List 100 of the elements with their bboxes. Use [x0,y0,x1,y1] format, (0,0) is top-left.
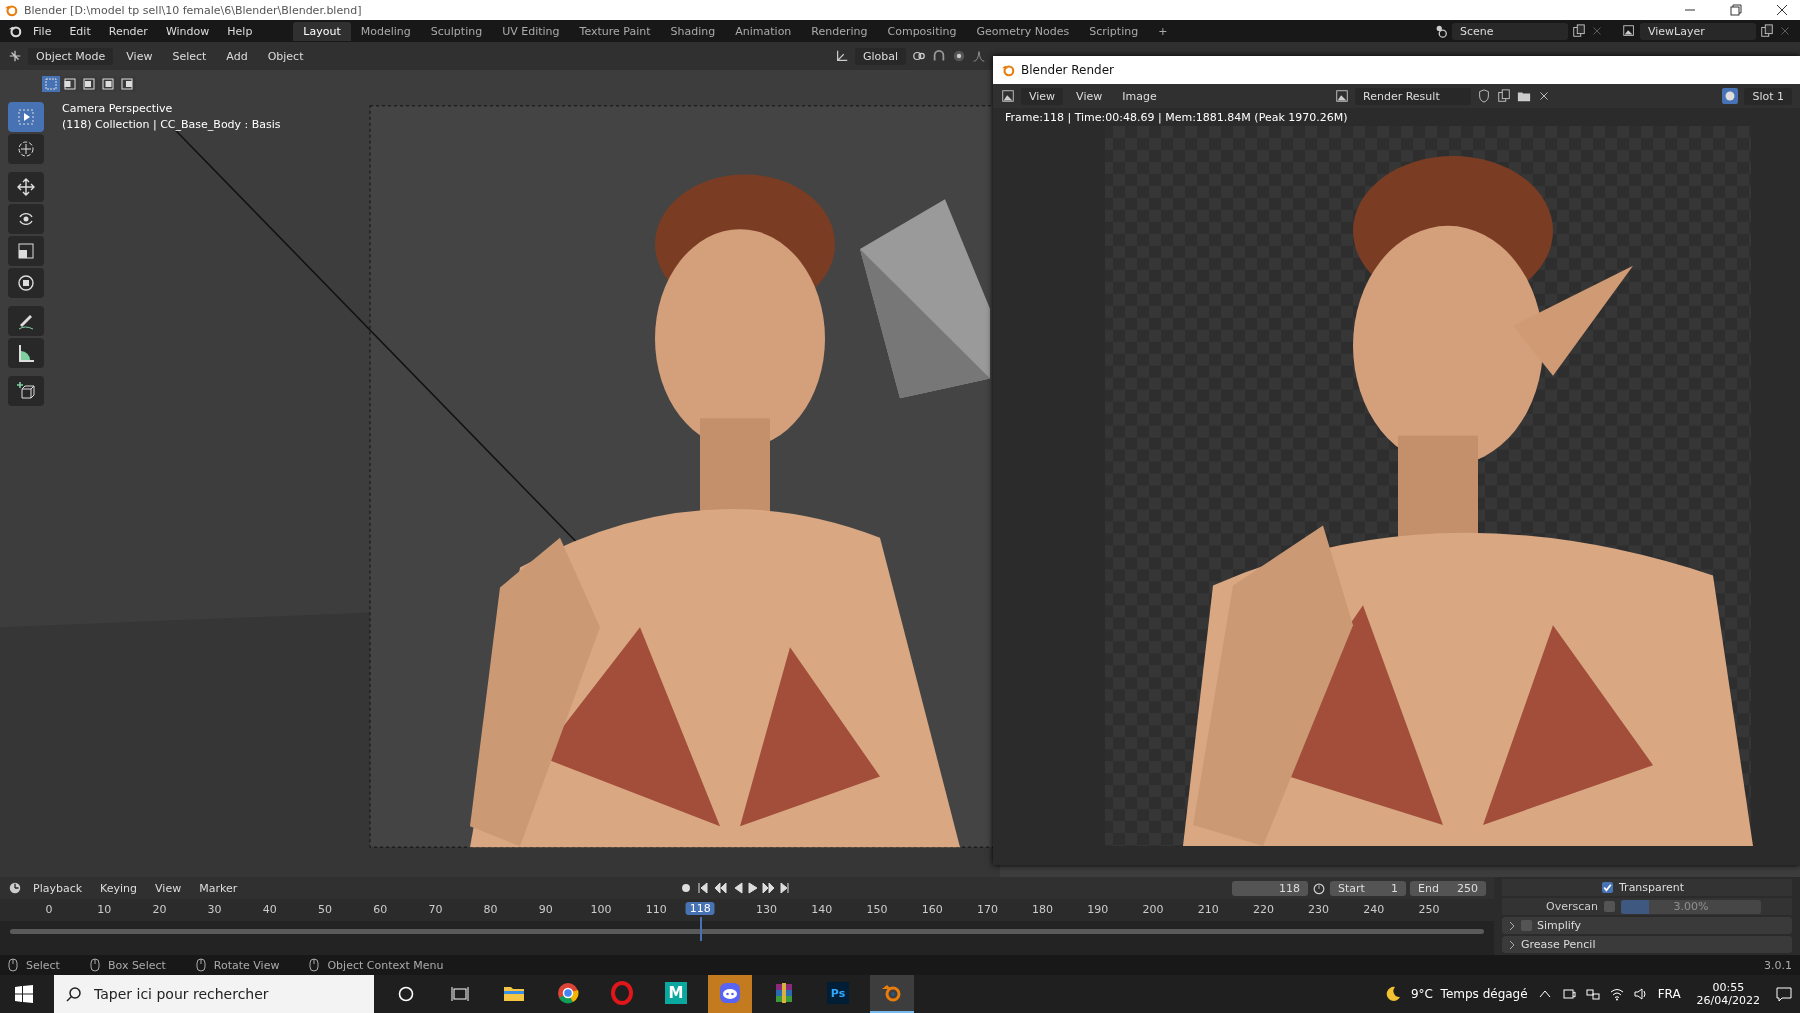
menu-item[interactable]: File [26,22,59,40]
checkbox[interactable] [1521,920,1532,931]
current-frame-field[interactable]: 118 [1232,880,1308,896]
frame-tick-label: 200 [1142,903,1164,916]
checkbox[interactable] [1604,901,1615,912]
copy-icon[interactable] [1760,24,1774,38]
frame-tick-label: 190 [1087,903,1109,916]
menu-item[interactable]: Render [101,22,155,40]
frame-tick-label: 220 [1252,903,1274,916]
notification-icon[interactable] [1776,986,1792,1002]
orientation-dropdown[interactable]: Global [854,47,906,65]
scene-icon[interactable] [1434,24,1448,38]
menu-item[interactable]: Select [165,47,214,65]
checkbox[interactable] [1602,882,1613,893]
stopwatch-icon[interactable] [1312,881,1326,895]
mouse-icon [309,958,320,972]
workspace-tab[interactable]: Animation [725,21,802,41]
workspace-tab[interactable]: Rendering [801,21,878,41]
editor-type-icon[interactable] [8,881,22,895]
scrollbar[interactable] [10,929,1484,934]
wifi-icon[interactable] [1609,987,1624,1001]
workspace-tab[interactable]: Scripting [1079,21,1149,41]
frame-tick-label: 110 [645,903,667,916]
copy-icon[interactable] [1572,24,1586,38]
menu-item[interactable]: Window [158,22,217,40]
ring-icon [610,981,634,1005]
frame-tick-label: 180 [1032,903,1054,916]
workspace-tab[interactable]: Sculpting [420,21,493,41]
frame-tick-label: 250 [1418,903,1440,916]
editor-type-icon[interactable] [8,49,22,63]
frame-tick-label: 240 [1363,903,1385,916]
orientation-icon[interactable] [834,49,849,63]
status-hint: Select [26,958,60,972]
status-hint: Object Context Menu [327,958,444,972]
workspace-tab[interactable]: Geometry Nodes [966,21,1080,41]
frame-tick-label: 70 [428,903,443,916]
language-indicator[interactable]: FRA [1657,987,1681,1001]
panel-title: Simplify [1537,919,1582,932]
menu-item[interactable]: Marker [192,879,245,897]
panel-title: Grease Pencil [1521,938,1596,951]
network-icon[interactable] [1585,987,1600,1001]
menu-item[interactable]: Add [219,47,255,65]
menu-item[interactable]: Playback [26,879,90,897]
falloff-icon[interactable] [972,49,986,63]
clock-time[interactable]: 00:55 [1712,981,1745,994]
start-frame-field[interactable]: Start 1 [1330,880,1406,896]
expand-icon[interactable] [1508,939,1516,950]
windows-start-icon[interactable] [14,984,34,1004]
workspace-tab[interactable]: Texture Paint [569,21,661,41]
workspace-tab[interactable]: Compositing [877,21,967,41]
frame-tick-label: 230 [1308,903,1330,916]
weather-text[interactable]: 9°C Temps dégagé [1410,987,1528,1001]
add-workspace-button[interactable]: + [1148,21,1178,41]
cortana-icon[interactable] [396,984,416,1004]
mouse-icon [195,958,206,972]
end-frame-field[interactable]: End 250 [1410,880,1486,896]
close-icon[interactable] [1776,4,1788,16]
menu-item[interactable]: View [148,879,189,897]
frame-tick-label: 40 [262,903,277,916]
taskbar-app[interactable]: Ps [816,975,860,1013]
blender-logo-icon[interactable] [8,24,22,38]
field-label: Overscan [1545,900,1598,913]
menu-item[interactable]: Edit [62,22,98,40]
workspace-tab[interactable]: Modeling [350,21,421,41]
search-input: Taper ici pour rechercher [92,985,356,1003]
workspace-tab[interactable]: Shading [660,21,726,41]
scene-field[interactable]: Scene [1452,22,1568,40]
menu-item[interactable]: Help [220,22,260,40]
taskbar-app[interactable] [708,975,752,1013]
panel-header[interactable]: Simplify [1502,917,1792,934]
view-layer-field[interactable]: ViewLayer [1640,22,1756,40]
workspace-tab[interactable]: Layout [293,21,351,41]
frame-tick-label: 80 [483,903,498,916]
snap-icon[interactable] [932,49,946,63]
clock-date[interactable]: 26/04/2022 [1696,994,1760,1007]
expand-icon[interactable] [1508,920,1516,931]
frame-tick-label: 150 [866,903,888,916]
workspace-tab[interactable]: UV Editing [492,21,570,41]
task-view-icon[interactable] [450,984,470,1004]
frame-tick-label: 60 [373,903,388,916]
speaker-icon[interactable] [1633,987,1648,1001]
menu-item[interactable]: View [119,47,160,65]
search-field[interactable]: Taper ici pour rechercher [54,975,374,1013]
mode-dropdown[interactable]: Object Mode [28,47,114,65]
pivot-icon[interactable] [912,49,926,63]
playhead[interactable]: 118 [685,902,715,915]
frame-tick-label: 130 [756,903,778,916]
menu-item[interactable]: Keying [93,879,145,897]
blender-logo-icon [4,3,18,17]
frame-tick-label: 160 [921,903,943,916]
panel-header[interactable]: Grease Pencil [1502,936,1792,953]
search-icon [66,986,82,1002]
mouse-icon [89,958,100,972]
menu-item[interactable]: Object [260,47,311,65]
restore-icon[interactable] [1730,4,1742,16]
view-layer-icon[interactable] [1622,24,1636,38]
frame-tick-label: 100 [590,903,612,916]
proportional-edit-icon[interactable] [952,49,966,63]
taskbar-app[interactable] [870,975,914,1013]
checkbox-label: Transparent [1619,881,1685,894]
